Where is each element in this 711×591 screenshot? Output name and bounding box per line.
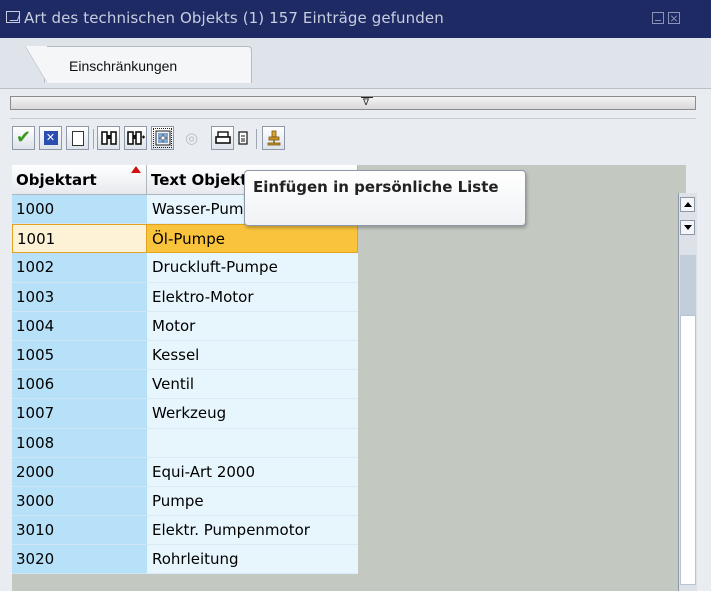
scroll-down-icon[interactable] [680,220,695,235]
text-objektart-cell[interactable]: Equi-Art 2000 [147,457,358,487]
help-button[interactable]: ◎ [180,126,203,150]
tooltip-text: Einfügen in persönliche Liste [253,178,499,196]
toolbar: ✔ ✕ ◎ [10,118,696,159]
scroll-thumb[interactable] [680,315,696,585]
blank-page-icon [71,130,84,146]
objektart-cell[interactable]: 1002 [12,253,147,283]
objektart-cell[interactable]: 3020 [12,545,147,575]
print-preview-button[interactable] [236,126,250,150]
tab-label: Einschränkungen [69,58,178,74]
text-objektart-cell[interactable]: Werkzeug [147,399,358,429]
objektart-cell[interactable]: 1000 [12,195,147,225]
toolbar-separator [256,129,257,149]
text-objektart-cell[interactable]: Elektr. Pumpenmotor [147,516,358,546]
text-objektart-cell[interactable]: Öl-Pumpe [147,224,358,254]
objektart-cell[interactable]: 1005 [12,340,147,371]
help-icon: ◎ [184,129,199,147]
text-objektart-cell[interactable]: Ventil [147,370,358,400]
find-next-button[interactable] [124,126,147,150]
toolbar-separator [93,129,94,149]
table-row[interactable]: 1006 Ventil [12,370,358,400]
objektart-cell[interactable]: 1001 [12,224,147,254]
objektart-cell[interactable]: 2000 [12,457,147,487]
window-icon [6,11,20,23]
text-objektart-cell[interactable]: Rohrleitung [147,545,358,575]
text-objektart-cell[interactable]: Elektro-Motor [147,282,358,312]
scroll-up-icon[interactable] [680,197,695,212]
objektart-cell[interactable]: 1004 [12,311,147,341]
cancel-x-icon: ✕ [43,131,58,145]
tab-strip: Einschränkungen [0,38,711,89]
table-row[interactable]: 3000 Pumpe [12,486,358,517]
table-body: 1000 Wasser-Pumpe 1001 Öl-Pumpe 1002 Druckluf… [12,195,358,575]
column-header-label: Objektart [16,171,97,189]
tooltip: Einfügen in persönliche Liste [244,170,526,226]
objektart-cell[interactable]: 1003 [12,282,147,312]
table-row[interactable]: 1005 Kessel [12,340,358,371]
column-header-objektart[interactable]: Objektart [12,165,147,195]
table-row[interactable]: 3010 Elektr. Pumpenmotor [12,516,358,546]
objektart-cell[interactable]: 3010 [12,516,147,546]
tab-einschraenkungen[interactable]: Einschränkungen [25,46,252,83]
objektart-cell[interactable]: 1008 [12,428,147,458]
table-row[interactable]: 2000 Equi-Art 2000 [12,457,358,487]
text-objektart-cell[interactable] [147,428,358,458]
window-title: Art des technischen Objekts (1) 157 Eint… [24,9,444,27]
binoculars-plus-icon [126,131,145,145]
binoculars-icon [100,131,117,145]
pin-icon [267,130,280,146]
result-list: Objektart Text Objektart 1000 Wasser-Pump… [12,165,686,591]
table-row[interactable]: 1001 Öl-Pumpe [12,224,358,254]
collapse-arrow-icon: ∇ [360,97,374,108]
checkmark-icon: ✔ [15,127,32,148]
collapse-restrictions-bar[interactable]: ∇ [10,96,696,110]
table-row[interactable]: 1002 Druckluft-Pumpe [12,253,358,283]
objektart-cell[interactable]: 3000 [12,486,147,517]
continue-button[interactable]: ✔ [12,126,35,150]
personal-settings-button[interactable] [262,126,285,150]
text-objektart-cell[interactable]: Motor [147,311,358,341]
text-objektart-cell[interactable]: Kessel [147,340,358,371]
objektart-cell[interactable]: 1007 [12,399,147,429]
print-button[interactable] [211,126,234,150]
text-objektart-cell[interactable]: Pumpe [147,486,358,517]
table-row[interactable]: 1004 Motor [12,311,358,341]
scroll-track[interactable] [680,255,696,315]
table-row[interactable]: 1008 [12,428,358,458]
insert-list-icon [155,130,170,146]
sort-ascending-icon [131,166,141,173]
table-row[interactable]: 3020 Rohrleitung [12,545,358,575]
minimize-icon[interactable] [652,12,664,24]
close-icon[interactable] [668,12,680,24]
find-button[interactable] [97,126,120,150]
cancel-button[interactable]: ✕ [39,126,62,150]
document-icon [238,131,248,145]
printer-icon [214,131,231,144]
table-row[interactable]: 1007 Werkzeug [12,399,358,429]
insert-personal-list-button[interactable] [151,126,174,150]
text-objektart-cell[interactable]: Druckluft-Pumpe [147,253,358,283]
vertical-scrollbar[interactable] [678,193,697,591]
table-row[interactable]: 1003 Elektro-Motor [12,282,358,312]
title-bar: Art des technischen Objekts (1) 157 Eint… [0,0,711,38]
objektart-cell[interactable]: 1006 [12,370,147,400]
new-search-button[interactable] [66,126,89,150]
